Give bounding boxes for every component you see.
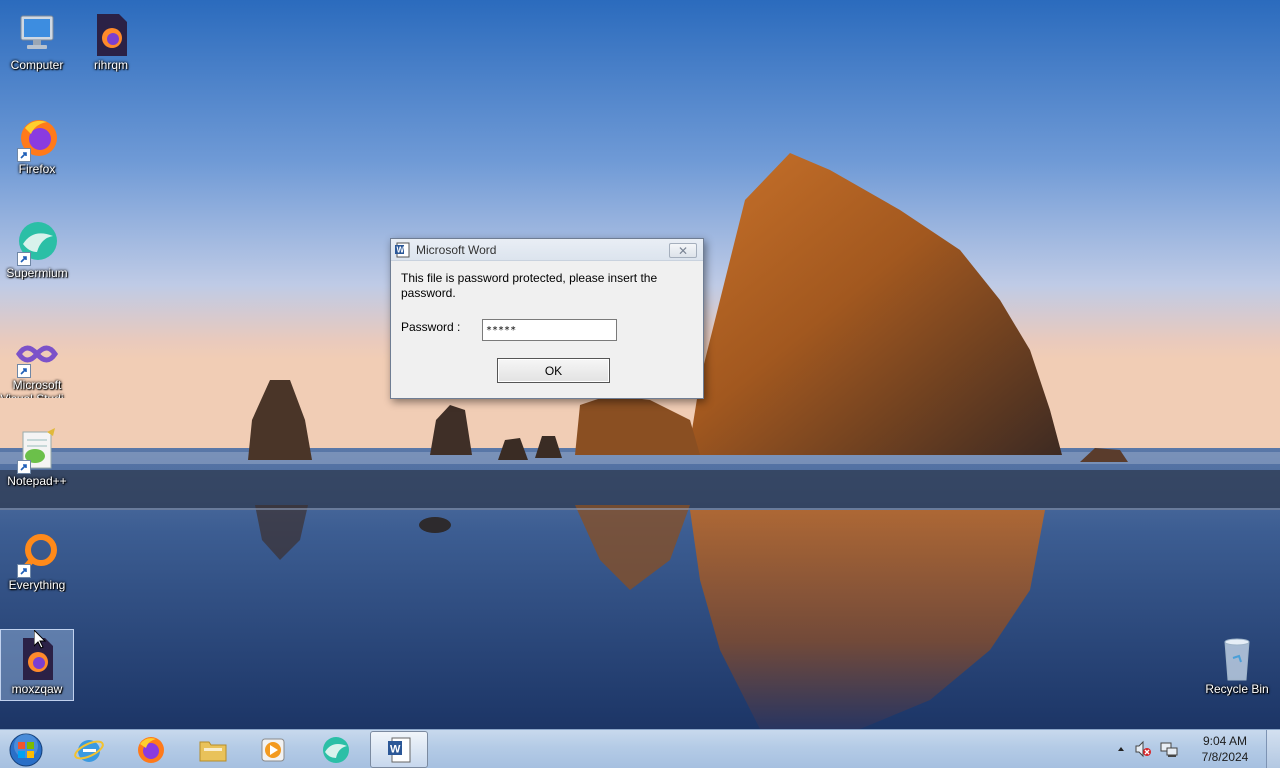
internet-explorer-icon: [74, 739, 104, 762]
desktop-icon-computer[interactable]: Computer: [0, 6, 74, 78]
desktop-icon-label: Firefox: [18, 162, 56, 176]
firefox-icon: [138, 736, 164, 763]
media-player-icon: [261, 738, 285, 761]
system-tray: 9:04 AM 7/8/2024: [1112, 730, 1280, 768]
folder-icon: [199, 741, 227, 761]
taskbar: W 9:04 AM 7/8/2024: [0, 729, 1280, 768]
computer-icon: [13, 10, 61, 58]
close-button[interactable]: ✕: [669, 243, 697, 258]
taskbar-internet-explorer[interactable]: [60, 731, 118, 768]
dialog-title-bar[interactable]: W Microsoft Word ✕: [391, 239, 703, 261]
desktop-icon-visual-studio[interactable]: Microsoft Visual Studi...: [0, 326, 74, 398]
network-button[interactable]: [1160, 740, 1178, 758]
clock[interactable]: 9:04 AM 7/8/2024: [1192, 733, 1258, 765]
password-label: Password :: [401, 320, 461, 334]
svg-text:W: W: [390, 743, 401, 755]
supermium-icon: [323, 736, 349, 763]
dialog-title: Microsoft Word: [416, 242, 497, 257]
firefox-icon: [13, 114, 61, 162]
desktop-icon-supermium[interactable]: Supermium: [0, 214, 74, 286]
everything-search-icon: [13, 530, 61, 578]
desktop-icon-label: Microsoft Visual Studi...: [0, 378, 73, 398]
desktop-icon-rihrqm[interactable]: rihrqm: [74, 6, 148, 78]
shortcut-arrow-icon: [17, 252, 31, 266]
desktop-icon-label: Everything: [8, 578, 66, 592]
clock-date: 7/8/2024: [1201, 750, 1249, 764]
desktop-icon-recycle-bin[interactable]: Recycle Bin: [1200, 630, 1274, 702]
desktop-icon-label: Notepad++: [7, 474, 67, 488]
desktop-icon-label: Supermium: [6, 266, 68, 280]
shortcut-arrow-icon: [17, 564, 31, 578]
windows-start-orb-icon: [9, 733, 43, 766]
password-dialog: W Microsoft Word ✕ This file is password…: [390, 238, 704, 399]
desktop-icon-label: moxzqaw: [11, 682, 63, 696]
notepadpp-icon: [13, 426, 61, 474]
supermium-icon: [13, 218, 61, 266]
word-document-icon: W: [388, 737, 411, 762]
network-icon: [1160, 742, 1178, 757]
clock-time: 9:04 AM: [1202, 734, 1248, 748]
ok-button[interactable]: OK: [497, 358, 610, 383]
shortcut-arrow-icon: [17, 460, 31, 474]
volume-button[interactable]: [1134, 740, 1152, 758]
taskbar-file-explorer[interactable]: [184, 731, 242, 768]
volume-muted-icon: [1135, 740, 1151, 758]
close-icon: ✕: [677, 243, 689, 258]
recycle-bin-icon: [1213, 634, 1261, 682]
taskbar-microsoft-word[interactable]: W: [370, 731, 428, 768]
firefox-document-icon: [87, 10, 135, 58]
chevron-up-icon: [1118, 747, 1124, 751]
mouse-cursor-icon: [34, 630, 46, 649]
desktop-icon-label: Computer: [10, 58, 64, 72]
show-hidden-icons-button[interactable]: [1116, 744, 1126, 754]
show-desktop-button[interactable]: [1266, 730, 1280, 768]
shortcut-arrow-icon: [17, 148, 31, 162]
shortcut-arrow-icon: [17, 364, 31, 378]
visual-studio-icon: [13, 330, 61, 378]
desktop-icon-label: Recycle Bin: [1205, 682, 1269, 696]
password-input[interactable]: [482, 319, 617, 341]
dialog-message: This file is password protected, please …: [401, 271, 658, 300]
taskbar-supermium[interactable]: [307, 731, 365, 768]
svg-text:W: W: [397, 245, 405, 254]
desktop-icon-notepadpp[interactable]: Notepad++: [0, 422, 74, 494]
taskbar-firefox[interactable]: [121, 731, 179, 768]
word-document-icon: W: [395, 242, 411, 258]
desktop-icon-firefox[interactable]: Firefox: [0, 110, 74, 182]
taskbar-media-player[interactable]: [244, 731, 302, 768]
desktop-icon-everything[interactable]: Everything: [0, 526, 74, 598]
start-button[interactable]: [6, 731, 46, 768]
desktop-icon-label: rihrqm: [93, 58, 128, 72]
